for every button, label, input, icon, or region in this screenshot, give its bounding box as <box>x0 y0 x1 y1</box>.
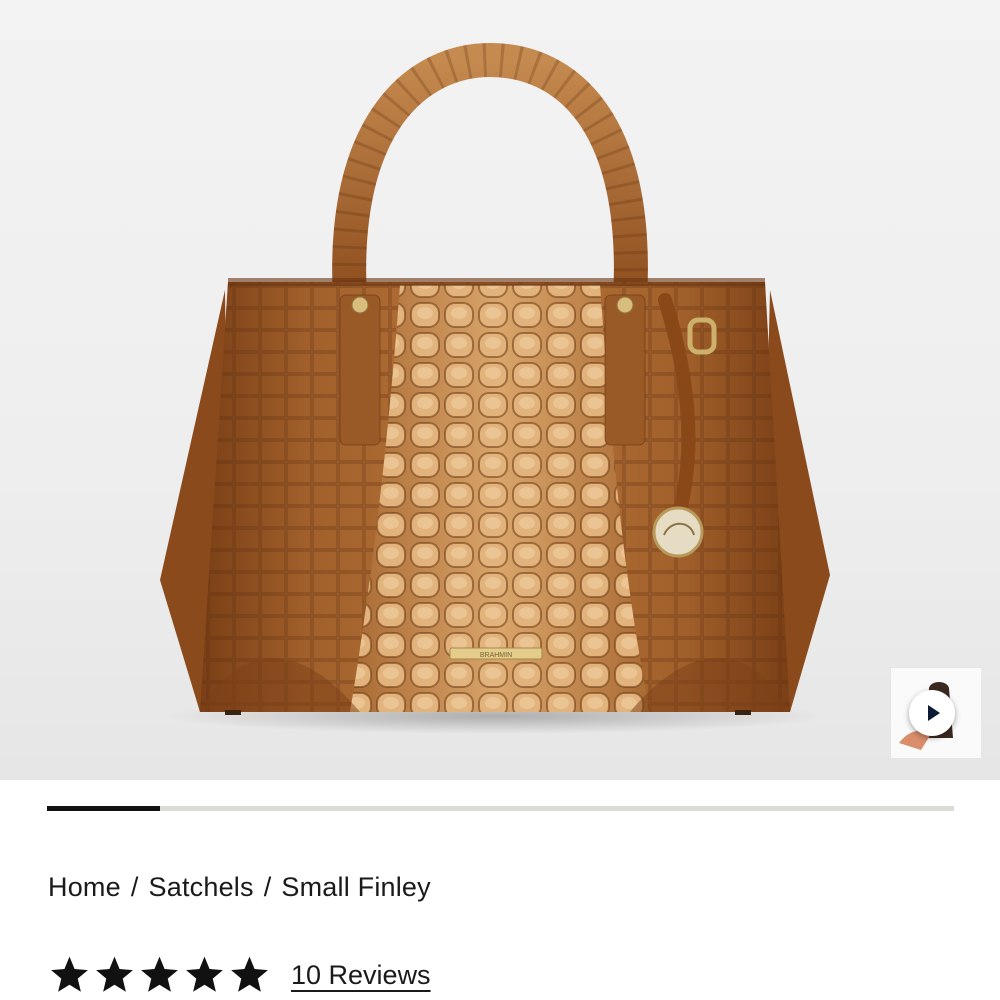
handbag-image: BRAHMIN <box>160 42 830 734</box>
breadcrumb-home[interactable]: Home <box>48 872 121 902</box>
breadcrumb-current: Small Finley <box>281 872 431 902</box>
breadcrumb: Home / Satchels / Small Finley <box>48 872 431 903</box>
star-icon <box>96 956 133 992</box>
reviews-link[interactable]: 10 Reviews <box>291 960 431 991</box>
star-icon <box>231 956 268 992</box>
star-icon <box>141 956 178 992</box>
star-icon <box>186 956 223 992</box>
play-button[interactable] <box>909 690 955 736</box>
product-rating: 10 Reviews <box>48 950 431 1000</box>
video-thumbnail[interactable] <box>890 667 981 758</box>
rating-stars[interactable] <box>48 954 271 996</box>
gallery-progress-bar <box>47 806 954 811</box>
breadcrumb-satchels[interactable]: Satchels <box>149 872 254 902</box>
breadcrumb-separator: / <box>263 872 272 902</box>
product-image-area[interactable]: BRAHMIN <box>0 0 1000 780</box>
brand-plate-text: BRAHMIN <box>480 652 512 659</box>
play-icon <box>928 705 940 721</box>
star-icon <box>51 956 88 992</box>
gallery-progress-fill <box>47 806 161 811</box>
breadcrumb-separator: / <box>130 872 139 902</box>
